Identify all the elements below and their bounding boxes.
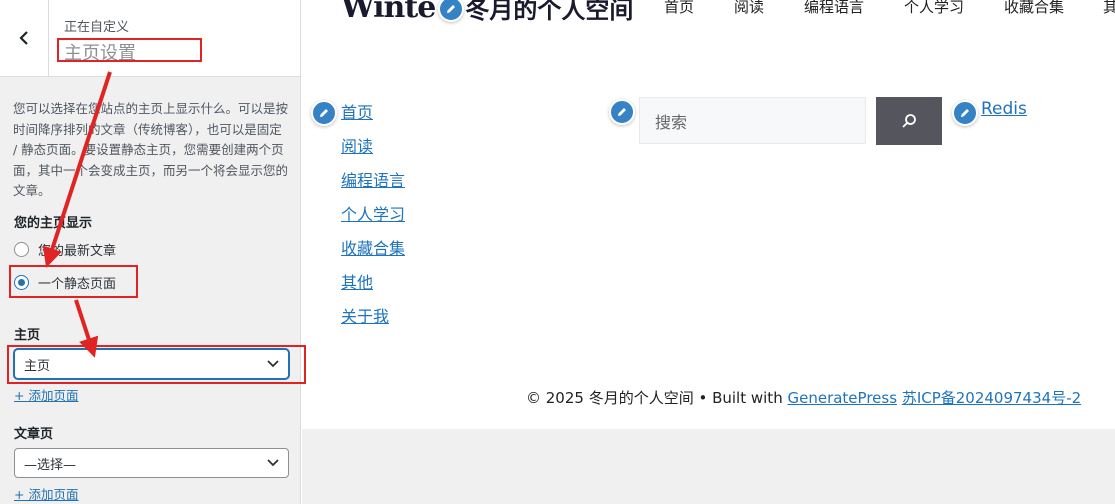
radio-circle[interactable] xyxy=(14,242,29,257)
generatepress-link[interactable]: GeneratePress xyxy=(787,389,897,407)
top-nav-item[interactable]: 阅读 xyxy=(734,0,764,17)
site-title: 冬月的个人空间 xyxy=(465,0,634,24)
logo-text: Winte xyxy=(341,0,436,25)
search-placeholder: 搜索 xyxy=(655,112,688,132)
pencil-icon[interactable] xyxy=(952,100,978,126)
top-nav-item[interactable]: 个人学习 xyxy=(904,0,964,17)
posts-page-label: 文章页 xyxy=(14,427,54,442)
add-posts-page-link[interactable]: + 添加页面 xyxy=(14,484,78,503)
screen: 正在自定义 主页设置 您可以选择在您站点的主页上显示什么。可以是按时间降序排列的… xyxy=(0,0,1115,504)
site-footer: © 2025 冬月的个人空间 • Built with GeneratePres… xyxy=(526,387,1081,408)
site-logo[interactable]: Winte 冬月的个人空间 xyxy=(341,0,633,25)
posts-page-select-value: —选择— xyxy=(24,457,77,473)
footer-copyright: © 2025 冬月的个人空间 • Built with xyxy=(526,389,783,407)
annotation-box-homepage-select xyxy=(7,345,306,384)
pencil-icon[interactable] xyxy=(609,99,635,125)
top-nav-item[interactable]: 收藏合集 xyxy=(1004,0,1064,17)
menu-link-collections[interactable]: 收藏合集 xyxy=(341,235,405,259)
top-nav-item[interactable]: 首页 xyxy=(664,0,694,17)
radio-latest-posts[interactable]: 您的最新文章 xyxy=(14,240,116,259)
redis-link[interactable]: Redis xyxy=(981,99,1027,119)
chevron-left-icon xyxy=(19,31,28,45)
panel-subtitle: 正在自定义 xyxy=(64,20,130,35)
menu-link-other[interactable]: 其他 xyxy=(341,269,373,293)
annotation-box-static-page xyxy=(9,265,138,298)
pencil-icon[interactable] xyxy=(311,100,337,126)
add-homepage-link[interactable]: + 添加页面 xyxy=(14,385,78,404)
footer-bar xyxy=(302,429,1115,504)
homepage-display-label: 您的主页显示 xyxy=(14,216,93,231)
radio-latest-posts-label: 您的最新文章 xyxy=(38,244,117,259)
top-nav-item[interactable]: 编程语言 xyxy=(804,0,864,17)
panel-description: 您可以选择在您站点的主页上显示什么。可以是按时间降序排列的文章（传统博客），也可… xyxy=(13,101,289,198)
chevron-down-icon xyxy=(267,459,279,467)
menu-link-home[interactable]: 首页 xyxy=(341,99,373,123)
search-input[interactable]: 搜索 xyxy=(639,97,866,144)
search-icon xyxy=(902,114,916,128)
back-button[interactable] xyxy=(0,0,49,76)
annotation-box-title xyxy=(57,38,202,62)
homepage-label: 主页 xyxy=(14,328,41,343)
menu-link-study[interactable]: 个人学习 xyxy=(341,201,405,225)
customizer-panel: 正在自定义 主页设置 您可以选择在您站点的主页上显示什么。可以是按时间降序排列的… xyxy=(0,0,301,504)
top-nav-item[interactable]: 其 xyxy=(1103,0,1115,17)
search-button[interactable] xyxy=(876,97,942,145)
menu-link-programming[interactable]: 编程语言 xyxy=(341,167,405,191)
menu-link-reading[interactable]: 阅读 xyxy=(341,133,373,157)
posts-page-select[interactable]: —选择— xyxy=(14,448,289,478)
menu-link-about[interactable]: 关于我 xyxy=(341,303,389,327)
icp-link[interactable]: 苏ICP备2024097434号-2 xyxy=(902,389,1081,407)
